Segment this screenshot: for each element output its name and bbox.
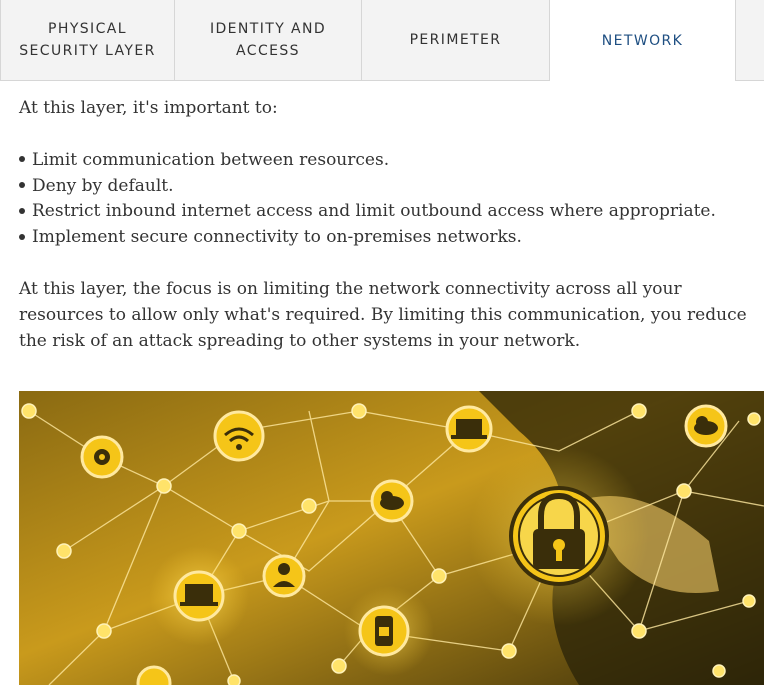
bullet-icon	[19, 156, 25, 163]
cloud-download-icon	[684, 404, 728, 448]
network-security-image	[19, 391, 764, 685]
tab-physical-security-layer[interactable]: PHYSICAL SECURITY LAYER	[0, 0, 175, 80]
list-item-text: Restrict inbound internet access and lim…	[32, 201, 716, 222]
list-item: Deny by default.	[19, 174, 764, 200]
list-item: Implement secure connectivity to on-prem…	[19, 225, 764, 251]
list-item-text: Implement secure connectivity to on-prem…	[32, 227, 522, 248]
cloud-upload-icon	[370, 479, 414, 523]
wifi-icon	[213, 410, 265, 462]
laptop-lock-icon	[445, 405, 493, 453]
bullet-icon	[19, 233, 25, 240]
bullet-icon	[19, 207, 25, 214]
list-item-text: Limit communication between resources.	[32, 149, 390, 170]
tab-label: NETWORK	[601, 32, 684, 49]
phone-lock-icon	[358, 605, 410, 657]
list-item: Restrict inbound internet access and lim…	[19, 199, 764, 225]
bullet-icon	[19, 182, 25, 189]
tab-perimeter[interactable]: PERIMETER	[362, 0, 550, 80]
tab-bar: PHYSICAL SECURITY LAYER IDENTITY AND ACC…	[0, 0, 764, 81]
bullet-list: Limit communication between resources. D…	[19, 148, 764, 251]
tab-label: IDENTITY AND ACCESS	[209, 21, 327, 59]
padlock-icon	[509, 486, 609, 586]
list-item: Limit communication between resources.	[19, 148, 764, 174]
user-icon	[262, 554, 306, 598]
list-item-text: Deny by default.	[32, 175, 174, 196]
intro-text: At this layer, it's important to:	[19, 98, 278, 118]
network-node-icon	[136, 665, 172, 685]
gear-network-icon	[80, 435, 124, 479]
laptop-lock-icon	[173, 570, 225, 622]
network-layer-content: At this layer, it's important to: Limit …	[19, 96, 764, 354]
tab-label: PERIMETER	[409, 32, 502, 48]
tab-identity-and-access[interactable]: IDENTITY AND ACCESS	[175, 0, 362, 80]
network-security-illustration	[19, 391, 764, 685]
tab-next-partial[interactable]	[736, 0, 764, 80]
description-paragraph: At this layer, the focus is on limiting …	[19, 278, 747, 351]
tab-label: PHYSICAL SECURITY LAYER	[19, 21, 156, 59]
tab-network[interactable]: NETWORK	[550, 0, 736, 81]
